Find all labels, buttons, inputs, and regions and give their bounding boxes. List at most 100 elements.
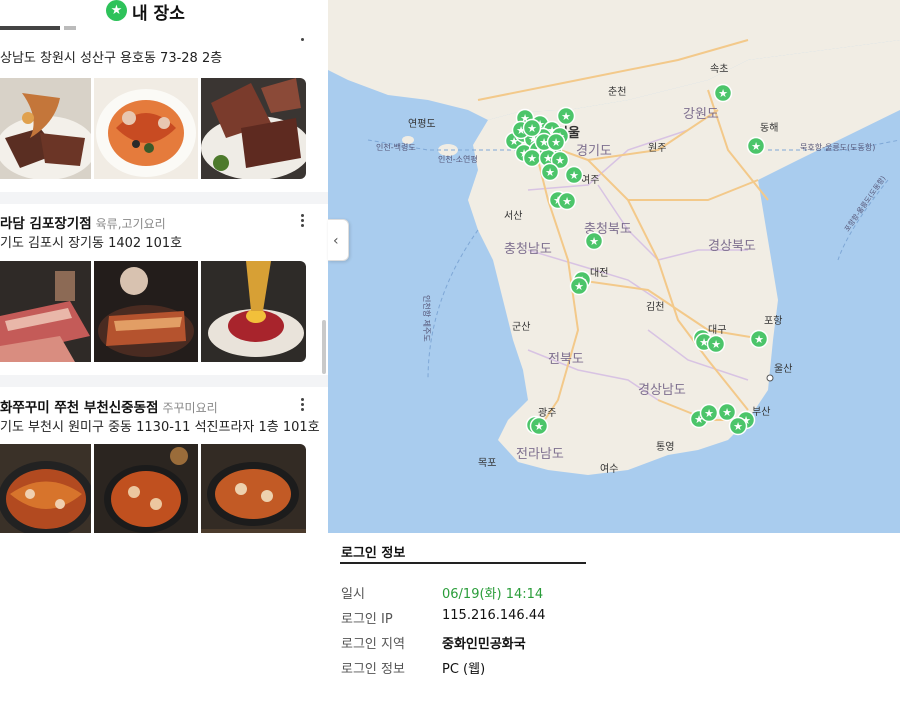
section-divider	[0, 375, 328, 387]
star-marker-icon[interactable]: ★	[557, 191, 577, 211]
place-photos[interactable]	[0, 261, 306, 362]
login-ip-value: 115.216.146.44	[442, 608, 546, 623]
map-label-donghae: 동해	[760, 121, 778, 134]
food-photo[interactable]	[201, 78, 306, 179]
svg-text:★: ★	[718, 87, 728, 100]
svg-text:★: ★	[561, 110, 571, 123]
login-row-label: 로그인 IP	[341, 612, 393, 627]
star-marker-icon[interactable]: ★	[564, 165, 584, 185]
place-name[interactable]: 라담 김포장기점 육류,고기요리	[0, 212, 166, 232]
map-label-wonju: 원주	[648, 142, 666, 154]
svg-text:★: ★	[751, 140, 761, 153]
login-region-value: 중화인민공화국	[442, 637, 526, 652]
more-options-icon[interactable]	[301, 214, 307, 228]
place-name-text[interactable]: 화쭈꾸미 쭈천 부천신중동점	[0, 400, 158, 416]
map-label-gimcheon: 김천	[646, 301, 664, 313]
login-row-label: 로그인 정보	[341, 662, 405, 677]
map-view[interactable]: 서울 춘천 속초 강원도 동해 연평도 경기도 원주 인천-백령도 인천-소연평…	[328, 0, 900, 533]
more-options-icon[interactable]	[301, 398, 307, 412]
map-label-tongyeong: 통영	[656, 441, 674, 453]
food-photo[interactable]	[0, 261, 91, 362]
heading-underline	[340, 562, 586, 564]
svg-text:★: ★	[733, 420, 743, 433]
svg-text:★: ★	[545, 166, 555, 179]
login-info-section: 로그인 정보 일시 06/19(화) 14:14 로그인 IP 115.216.…	[340, 533, 900, 701]
star-marker-icon[interactable]: ★	[713, 83, 733, 103]
star-marker-icon[interactable]: ★	[746, 136, 766, 156]
map-label-jeonbuk: 전북도	[548, 352, 584, 367]
star-marker-icon[interactable]: ★	[546, 132, 566, 152]
star-marker-icon[interactable]: ★	[699, 403, 719, 423]
place-category: 주꾸미요리	[162, 401, 218, 415]
svg-text:★: ★	[551, 136, 561, 149]
star-marker-icon[interactable]: ★	[569, 276, 589, 296]
city-dot	[766, 374, 774, 382]
login-row-label: 로그인 지역	[341, 637, 405, 652]
star-icon: ★	[106, 0, 127, 21]
map-label-daegu: 대구	[708, 324, 726, 336]
panel-title: 내 장소	[132, 4, 185, 24]
star-marker-icon[interactable]: ★	[728, 416, 748, 436]
login-row-region: 로그인 지역 중화인민공화국	[340, 633, 900, 653]
star-marker-icon[interactable]: ★	[522, 118, 542, 138]
map-label-gunsan: 군산	[512, 321, 530, 333]
map-label-incheon-soyeon: 인천-소연평	[438, 154, 478, 164]
login-row-time: 일시 06/19(화) 14:14	[340, 583, 900, 603]
star-marker-icon[interactable]: ★	[706, 334, 726, 354]
map-label-gyeongnam: 경상남도	[638, 383, 686, 398]
star-marker-icon[interactable]: ★	[529, 416, 549, 436]
collapse-panel-button[interactable]: ‹	[328, 219, 349, 261]
star-marker-icon[interactable]: ★	[584, 231, 604, 251]
my-places-panel: ★ 내 장소 상남도 창원시 성산구 용호동 73-28 2층 라담 김포장기점…	[0, 0, 328, 533]
svg-text:★: ★	[574, 280, 584, 293]
map-label-yeonpyeong: 연평도	[408, 118, 436, 130]
svg-text:★: ★	[754, 333, 764, 346]
map-label-chungnam: 충청남도	[504, 242, 552, 257]
star-marker-icon[interactable]: ★	[717, 402, 737, 422]
food-photo[interactable]	[0, 78, 91, 179]
login-time-value: 06/19(화) 14:14	[442, 587, 544, 602]
login-device-value: PC (웹)	[442, 662, 486, 677]
map-label-gyeongbuk: 경상북도	[708, 239, 756, 254]
svg-text:★: ★	[527, 122, 537, 135]
place-name[interactable]: 화쭈꾸미 쭈천 부천신중동점 주꾸미요리	[0, 396, 218, 416]
more-options-icon[interactable]	[301, 38, 307, 52]
map-label-yeoju: 여주	[581, 174, 599, 186]
map-label-jeonnam: 전라남도	[516, 447, 564, 462]
star-marker-icon[interactable]: ★	[522, 148, 542, 168]
food-photo[interactable]	[94, 78, 198, 179]
star-marker-icon[interactable]: ★	[556, 106, 576, 126]
map-label-mukho-ulleung: 묵호항-울릉도(도동항)	[800, 143, 875, 152]
food-photo[interactable]	[94, 444, 198, 533]
svg-text:★: ★	[711, 338, 721, 351]
food-photo[interactable]	[201, 444, 306, 533]
login-row-ip: 로그인 IP 115.216.146.44	[340, 608, 900, 628]
map-label-busan: 부산	[752, 406, 770, 418]
star-marker-icon[interactable]: ★	[749, 329, 769, 349]
place-photos[interactable]	[0, 78, 306, 179]
svg-text:★: ★	[569, 169, 579, 182]
food-photo[interactable]	[201, 261, 306, 362]
map-label-sokcho: 속초	[710, 63, 728, 75]
map-label-gangwon: 강원도	[683, 107, 719, 122]
map-label-chuncheon: 춘천	[608, 86, 626, 98]
place-category: 육류,고기요리	[95, 217, 166, 231]
map-label-port-route: 포항항-울릉도(도동항)	[842, 174, 887, 233]
svg-text:★: ★	[704, 407, 714, 420]
panel-header: ★ 내 장소	[0, 0, 328, 24]
login-row-device: 로그인 정보 PC (웹)	[340, 658, 900, 678]
map-label-pohang: 포항	[764, 315, 782, 327]
food-photo[interactable]	[0, 444, 91, 533]
svg-text:★: ★	[562, 195, 572, 208]
food-photo[interactable]	[94, 261, 198, 362]
star-marker-icon[interactable]: ★	[540, 162, 560, 182]
map-label-ulsan: 울산	[774, 363, 792, 375]
place-address: 기도 부천시 원미구 중동 1130-11 석진프라자 1층 101호	[0, 420, 320, 435]
map-label-incheon-jeju: 인천항 제주도	[422, 295, 432, 342]
chevron-left-icon: ‹	[333, 233, 339, 249]
map-label-gyeonggi: 경기도	[576, 144, 612, 159]
place-photos[interactable]	[0, 444, 306, 533]
place-name-text[interactable]: 라담 김포장기점	[0, 216, 92, 232]
scrollbar[interactable]	[322, 320, 326, 374]
place-title-cut	[0, 24, 320, 30]
